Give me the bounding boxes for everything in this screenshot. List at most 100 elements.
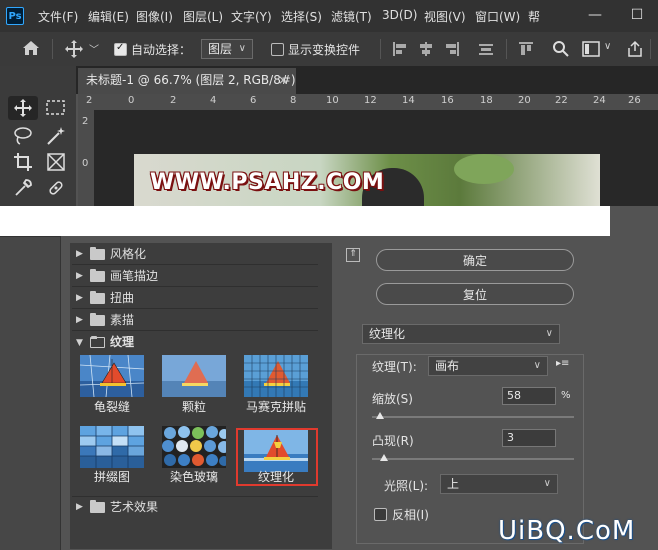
- frame-tool-icon[interactable]: [46, 152, 66, 172]
- scaling-slider-track[interactable]: [372, 416, 574, 418]
- menu-help[interactable]: 帮: [528, 8, 540, 25]
- close-tab-icon[interactable]: ×: [278, 68, 288, 92]
- texture-menu-icon[interactable]: ▸≡: [556, 358, 569, 369]
- relief-slider-track[interactable]: [372, 458, 574, 460]
- relief-slider-handle[interactable]: [380, 454, 389, 461]
- filter-preview-pane: [0, 236, 61, 550]
- category-label: 扭曲: [110, 291, 135, 305]
- menu-image[interactable]: 图像(I): [136, 8, 173, 25]
- menu-select[interactable]: 选择(S): [281, 8, 322, 25]
- invert-label: 反相(I): [392, 508, 429, 522]
- chevron-down-icon[interactable]: ﹀: [89, 41, 99, 56]
- scaling-label: 缩放(S): [372, 392, 413, 406]
- category-distort[interactable]: ▶ 扭曲: [72, 288, 318, 309]
- align-left-icon[interactable]: [392, 41, 408, 57]
- category-texture[interactable]: ▼ 纹理: [72, 332, 318, 352]
- relief-input[interactable]: 3: [502, 429, 556, 447]
- folder-icon: [90, 500, 105, 513]
- options-bar: ﹀ 自动选择： 图层 ∨ 显示变换控件 ∨: [0, 32, 658, 67]
- distribute-icon[interactable]: [478, 41, 494, 57]
- filter-label-grain: 颗粒: [181, 400, 206, 414]
- ok-button[interactable]: 确定: [376, 249, 574, 271]
- document-tab[interactable]: 未标题-1 @ 66.7% (图层 2, RGB/8#) * ×: [78, 68, 296, 111]
- canvas-foliage: [454, 154, 514, 184]
- menu-layer[interactable]: 图层(L): [183, 8, 223, 25]
- workspace-icon[interactable]: [582, 41, 600, 57]
- menu-edit[interactable]: 编辑(E): [88, 8, 129, 25]
- category-label: 纹理: [110, 335, 135, 349]
- search-icon[interactable]: [552, 40, 570, 58]
- magic-wand-icon[interactable]: [46, 126, 66, 146]
- chevron-down-icon: ∨: [545, 328, 553, 339]
- invert-checkbox[interactable]: [374, 508, 387, 521]
- minimize-button[interactable]: —: [582, 2, 608, 28]
- collapse-gallery-icon[interactable]: ⇑: [346, 248, 360, 262]
- auto-select-target-select[interactable]: 图层 ∨: [201, 39, 253, 59]
- category-brush-strokes[interactable]: ▶ 画笔描边: [72, 266, 318, 287]
- menu-window[interactable]: 窗口(W): [475, 8, 520, 25]
- light-select[interactable]: 上 ∨: [440, 474, 558, 494]
- align-center-icon[interactable]: [418, 41, 434, 57]
- mosaic-tiles-thumbnail[interactable]: [244, 355, 308, 397]
- scaling-slider-handle[interactable]: [376, 412, 385, 419]
- texture-select[interactable]: 画布 ∨: [428, 356, 548, 376]
- category-artistic[interactable]: ▶ 艺术效果: [72, 496, 318, 517]
- show-transform-checkbox[interactable]: [271, 43, 284, 56]
- grain-thumbnail[interactable]: [162, 355, 226, 397]
- move-tool-icon[interactable]: [64, 39, 84, 59]
- marquee-tool-icon[interactable]: [46, 100, 66, 116]
- divider: [650, 39, 651, 59]
- menu-3d[interactable]: 3D(D): [382, 8, 417, 22]
- ruler-tick: 0: [82, 158, 89, 169]
- dialog-top-band: [0, 206, 610, 236]
- auto-select-label: 自动选择：: [131, 43, 192, 57]
- folder-icon: [90, 291, 105, 304]
- divider: [52, 39, 53, 59]
- menu-filter[interactable]: 滤镜(T): [331, 8, 372, 25]
- reset-button[interactable]: 复位: [376, 283, 574, 305]
- category-label: 画笔描边: [110, 269, 159, 283]
- ruler-tick: 18: [480, 95, 493, 106]
- healing-brush-icon[interactable]: [46, 178, 66, 198]
- divider: [506, 39, 507, 59]
- chevron-down-icon[interactable]: ∨: [604, 41, 611, 52]
- filter-select[interactable]: 纹理化 ∨: [362, 324, 560, 344]
- stained-glass-thumbnail[interactable]: [162, 426, 226, 468]
- category-sketch[interactable]: ▶ 素描: [72, 310, 318, 331]
- ruler-tick: 4: [210, 95, 217, 106]
- move-tool-icon[interactable]: [13, 98, 33, 118]
- divider: [380, 39, 381, 59]
- home-icon[interactable]: [22, 40, 40, 56]
- scaling-input[interactable]: 58: [502, 387, 556, 405]
- expand-arrow-icon: ▶: [76, 293, 83, 303]
- category-stylize[interactable]: ▶ 风格化: [72, 244, 318, 265]
- share-icon[interactable]: [626, 40, 644, 58]
- expand-arrow-icon: ▶: [76, 271, 83, 281]
- auto-select-checkbox[interactable]: [114, 42, 127, 56]
- crop-tool-icon[interactable]: [13, 152, 33, 172]
- lasso-tool-icon[interactable]: [13, 126, 33, 146]
- category-label: 艺术效果: [110, 500, 159, 514]
- patchwork-thumbnail[interactable]: [80, 426, 144, 468]
- align-right-icon[interactable]: [444, 41, 460, 57]
- ruler-tick: 24: [593, 95, 606, 106]
- eyedropper-icon[interactable]: [13, 178, 33, 198]
- texture-select-value: 画布: [435, 359, 460, 373]
- align-top-icon[interactable]: [518, 41, 534, 57]
- craquelure-thumbnail[interactable]: [80, 355, 144, 397]
- ruler-tick: 10: [326, 95, 339, 106]
- ruler-tick: 26: [628, 95, 641, 106]
- menu-view[interactable]: 视图(V): [424, 8, 466, 25]
- show-transform-label: 显示变换控件: [288, 43, 361, 57]
- toolbox: [0, 66, 76, 206]
- menu-file[interactable]: 文件(F): [38, 8, 78, 25]
- menu-type[interactable]: 文字(Y): [231, 8, 272, 25]
- chevron-down-icon: ∨: [533, 360, 541, 371]
- ruler-tick: 16: [441, 95, 454, 106]
- filter-label-texturizer: 纹理化: [257, 470, 294, 484]
- ruler-tick: 2: [170, 95, 177, 106]
- chevron-down-icon: ∨: [543, 478, 551, 489]
- light-select-value: 上: [447, 477, 460, 491]
- maximize-button[interactable]: ☐: [624, 2, 650, 28]
- folder-icon: [90, 269, 105, 282]
